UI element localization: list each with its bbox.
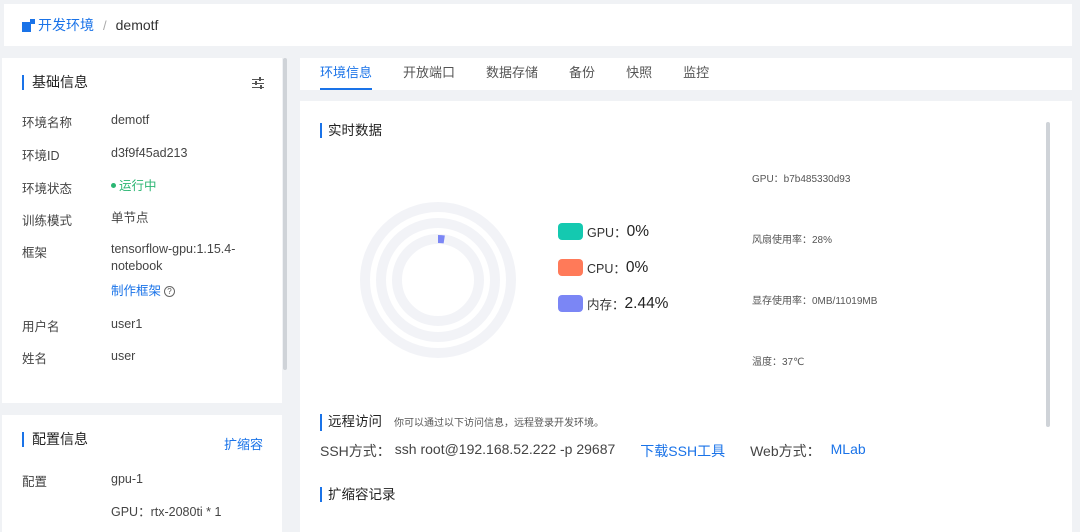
remote-access-desc: 你可以通过以下访问信息，远程登录开发环境。: [394, 418, 604, 429]
config-info-panel: 配置信息 扩缩容 配置 gpu-1 GPU：rtx-2080ti * 1: [2, 415, 282, 532]
left-scrollbar[interactable]: [283, 58, 287, 370]
tab-monitor[interactable]: 监控: [683, 58, 709, 90]
scale-log-title: 扩缩容记录: [320, 487, 396, 502]
status-text: 运行中: [119, 179, 157, 193]
ssh-command: ssh root@192.168.52.222 -p 29687: [394, 441, 616, 457]
tab-backup[interactable]: 备份: [569, 58, 595, 90]
access-row: SSH方式： ssh root@192.168.52.222 -p 29687 …: [320, 441, 866, 461]
tab-open-ports[interactable]: 开放端口: [403, 58, 455, 90]
gpu-swatch: [558, 223, 583, 240]
ssh-label: SSH方式：: [320, 443, 391, 459]
username-value: user1: [111, 317, 143, 331]
env-status-label: 环境状态: [22, 182, 73, 196]
remote-access-section: 远程访问 你可以通过以下访问信息，远程登录开发环境。: [320, 414, 604, 431]
ring-track: [360, 202, 516, 358]
env-name-label: 环境名称: [22, 116, 73, 130]
env-id-value: d3f9f45ad213: [111, 146, 188, 160]
framework-label: 框架: [22, 246, 48, 260]
env-name-value: demotf: [111, 113, 150, 127]
gpu-legend-value: 0%: [626, 222, 649, 240]
temperature-text: 温度：37℃: [752, 357, 805, 368]
download-ssh-tool-link[interactable]: 下载SSH工具: [640, 441, 725, 461]
username-label: 用户名: [22, 320, 60, 334]
breadcrumb-root-link[interactable]: 开发环境: [38, 15, 94, 35]
main-scrollbar[interactable]: [1046, 122, 1050, 427]
vram-usage-text: 显存使用率：0MB/11019MB: [752, 296, 878, 307]
framework-value: tensorflow-gpu:1.15.4-notebook: [111, 242, 236, 273]
mlab-link[interactable]: MLab: [831, 441, 866, 461]
legend-cpu: CPU： 0%: [558, 258, 648, 277]
gpu-legend-label: GPU：: [587, 226, 627, 240]
usage-ring-chart: [360, 202, 516, 358]
help-icon[interactable]: ?: [164, 286, 176, 298]
memory-legend-label: 内存：: [587, 298, 625, 312]
tab-data-storage[interactable]: 数据存储: [486, 58, 538, 90]
env-id-label: 环境ID: [22, 149, 60, 163]
scale-button[interactable]: 扩缩容: [224, 434, 263, 453]
fullname-value: user: [111, 349, 136, 363]
make-framework-link[interactable]: 制作框架: [111, 284, 161, 298]
train-mode-value: 单节点: [111, 211, 149, 225]
settings-sliders-icon[interactable]: [252, 77, 264, 89]
legend-gpu: GPU： 0%: [558, 222, 649, 241]
legend-memory: 内存： 2.44%: [558, 294, 668, 313]
breadcrumb-separator: /: [103, 17, 107, 33]
fullname-label: 姓名: [22, 352, 48, 366]
status-dot-icon: [111, 183, 116, 189]
remote-access-title: 远程访问: [328, 414, 382, 429]
dev-env-icon: [22, 18, 35, 32]
gpu-config-value: GPU：rtx-2080ti * 1: [111, 505, 222, 519]
train-mode-label: 训练模式: [22, 214, 73, 228]
memory-legend-value: 2.44%: [624, 294, 669, 312]
realtime-title: 实时数据: [320, 123, 382, 138]
breadcrumb: 开发环境 / demotf: [4, 4, 1072, 46]
gpu-id-text: GPU：b7b485330d93: [752, 174, 851, 185]
ring-track: [392, 234, 484, 326]
tab-bar: 环境信息 开放端口 数据存储 备份 快照 监控: [300, 58, 1072, 90]
tab-snapshot[interactable]: 快照: [626, 58, 652, 90]
make-framework-row: 制作框架?: [111, 283, 271, 300]
config-info-title: 配置信息: [22, 432, 88, 447]
basic-info-title: 基础信息: [22, 75, 88, 90]
breadcrumb-current: demotf: [115, 17, 159, 33]
env-info-panel: 实时数据 GPU： 0% CPU： 0% 内存： 2.44% GPU：b7b48…: [300, 101, 1072, 532]
basic-info-panel: 基础信息 环境名称 demotf 环境ID d3f9f45ad213 环境状态 …: [2, 58, 282, 403]
config-label: 配置: [22, 475, 48, 489]
memory-swatch: [558, 295, 583, 312]
cpu-legend-value: 0%: [625, 258, 649, 276]
cpu-legend-label: CPU：: [587, 262, 626, 276]
cpu-swatch: [558, 259, 583, 276]
tab-env-info[interactable]: 环境信息: [320, 58, 373, 90]
status-badge: 运行中: [111, 178, 271, 195]
web-label: Web方式：: [750, 443, 821, 459]
fan-usage-text: 风扇使用率：28%: [752, 235, 833, 246]
config-value: gpu-1: [111, 472, 143, 486]
